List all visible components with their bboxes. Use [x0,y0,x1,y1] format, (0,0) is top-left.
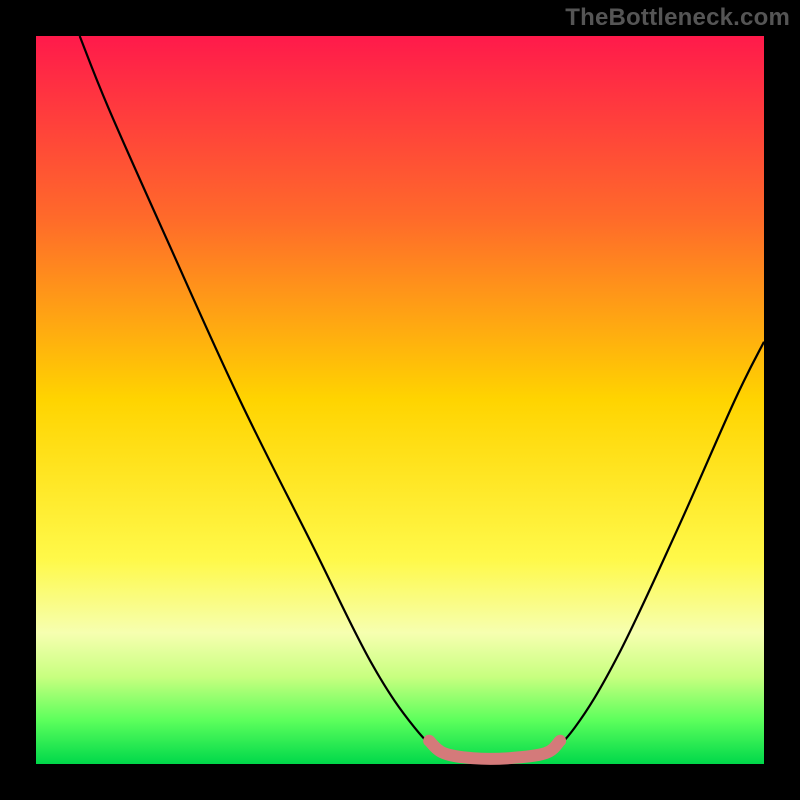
plot-background [36,36,764,764]
watermark-text: TheBottleneck.com [565,4,790,32]
chart-frame: TheBottleneck.com [0,0,800,800]
bottleneck-chart [0,0,800,800]
